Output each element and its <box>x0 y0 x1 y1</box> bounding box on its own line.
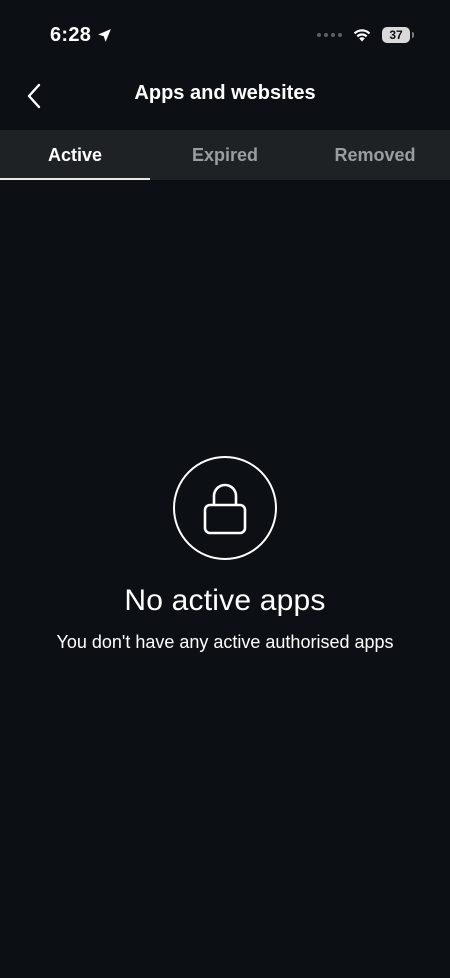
status-time-text: 6:28 <box>50 24 92 46</box>
empty-state: No active apps You don't have any active… <box>0 456 450 653</box>
page-title: Apps and websites <box>134 82 316 104</box>
signal-dots-icon <box>317 33 342 37</box>
battery-level: 37 <box>389 28 403 42</box>
wifi-icon <box>353 29 371 42</box>
tab-removed-label: Removed <box>334 144 416 165</box>
lock-icon-circle <box>173 456 277 560</box>
lock-icon <box>203 483 247 535</box>
status-bar: 6:28 37 <box>0 0 450 72</box>
tab-bar: Active Expired Removed <box>0 130 450 180</box>
tab-active[interactable]: Active <box>0 130 150 180</box>
status-time: 6:28 <box>50 24 113 47</box>
status-right: 37 <box>317 27 414 43</box>
location-arrow-icon <box>98 29 112 42</box>
empty-state-subtitle: You don't have any active authorised app… <box>56 632 394 652</box>
tab-removed[interactable]: Removed <box>300 130 450 180</box>
tab-expired[interactable]: Expired <box>150 130 300 180</box>
header: Apps and websites <box>0 72 450 130</box>
tab-expired-label: Expired <box>191 144 259 165</box>
battery-icon: 37 <box>382 27 414 43</box>
tab-active-label: Active <box>47 144 103 165</box>
empty-state-title: No active apps <box>124 584 326 617</box>
